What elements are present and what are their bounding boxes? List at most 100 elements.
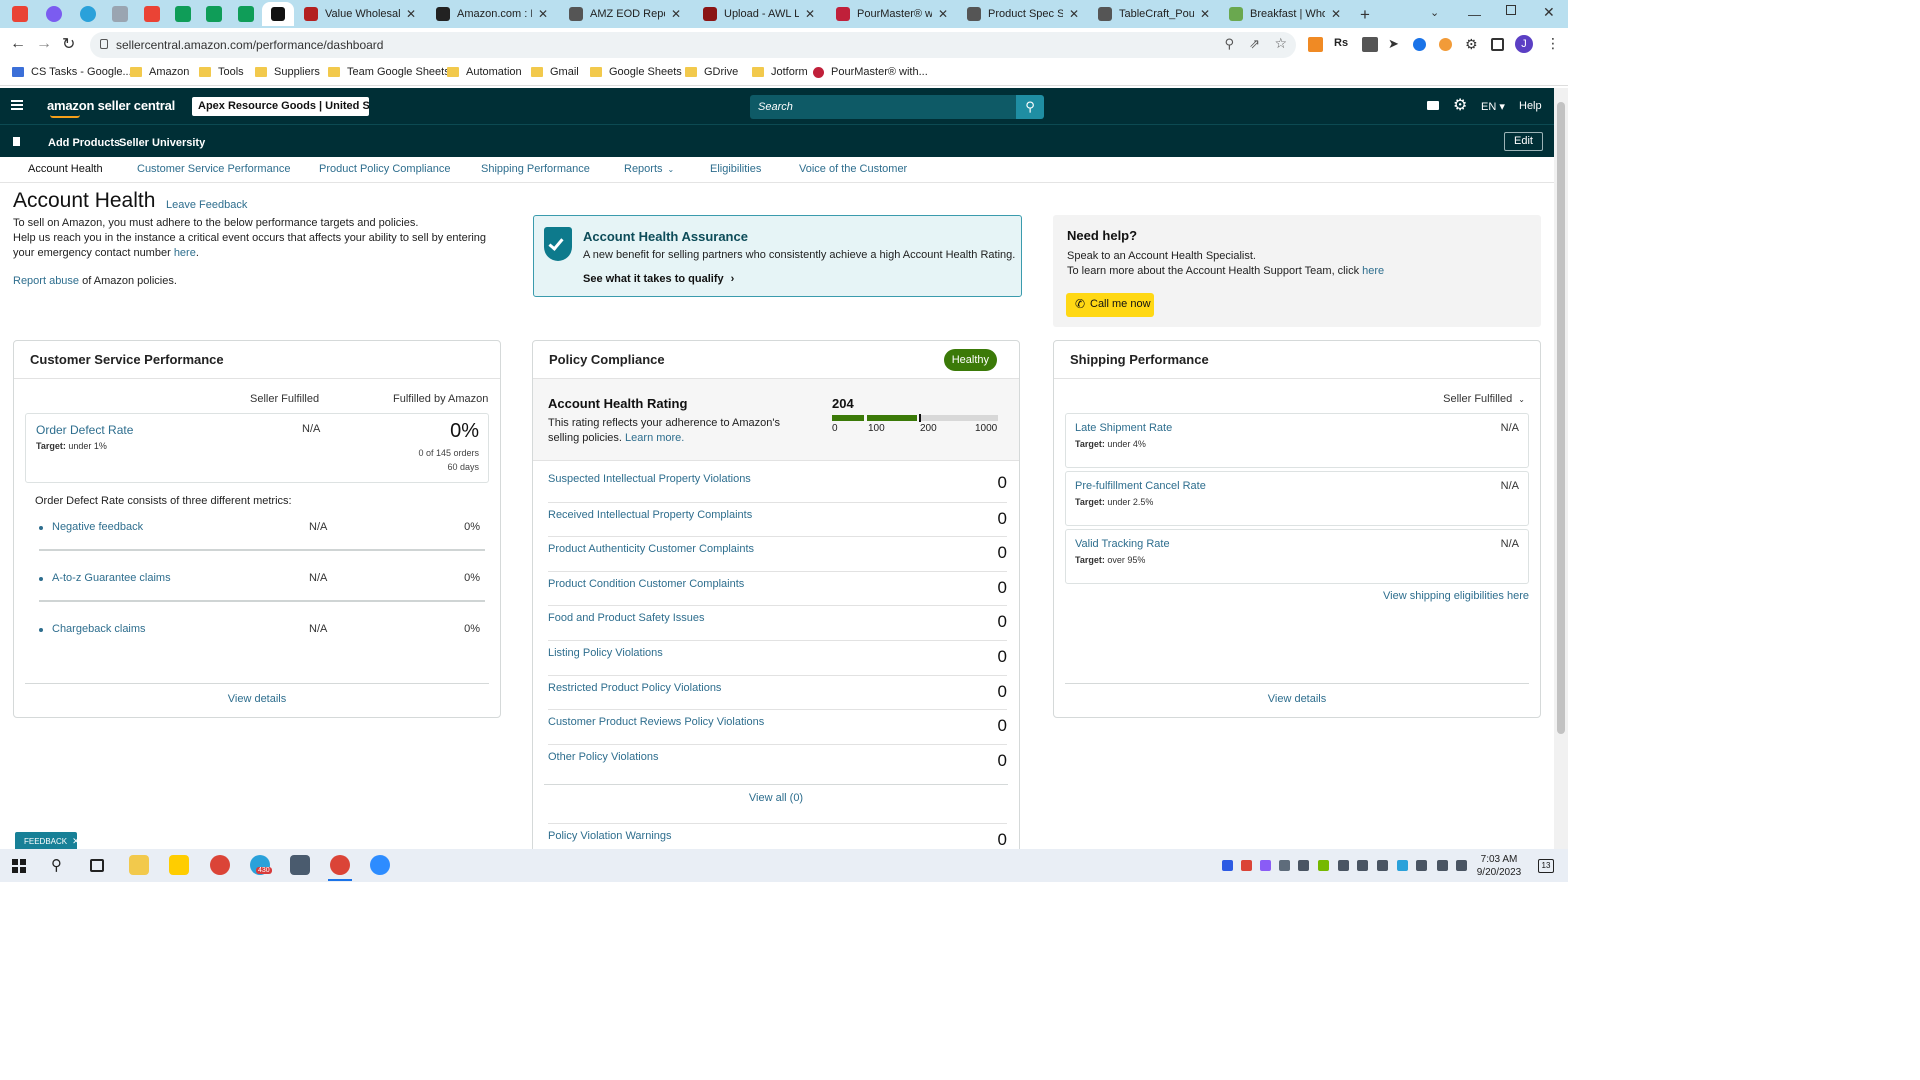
browser-tab[interactable]: TableCraft_Pourma ✕: [1090, 2, 1218, 26]
nav-account-health[interactable]: Account Health: [28, 163, 103, 175]
bookmark-star-icon[interactable]: ☆: [1274, 35, 1287, 52]
policy-violation-link[interactable]: Restricted Product Policy Violations: [548, 682, 721, 694]
tray-nvidia-icon[interactable]: [1318, 860, 1329, 871]
shipping-view-details-link[interactable]: View details: [1054, 693, 1540, 705]
bookmark-item[interactable]: Amazon: [130, 66, 189, 78]
browser-tab[interactable]: Amazon.com : Hu ✕: [428, 2, 556, 26]
extension-js-icon[interactable]: [1308, 37, 1323, 52]
gmail-pinned-tab-icon[interactable]: [12, 6, 28, 22]
browser-tab[interactable]: Breakfast | Wholes ✕: [1221, 2, 1349, 26]
assurance-qualify-link[interactable]: See what it takes to qualify ›: [583, 273, 734, 285]
shipping-metric-link[interactable]: Late Shipment Rate: [1075, 422, 1172, 434]
nav-voice-of-the-customer[interactable]: Voice of the Customer: [799, 163, 907, 175]
restore-icon[interactable]: [1506, 5, 1516, 15]
tray-app-icon[interactable]: [1397, 860, 1408, 871]
notifications-icon[interactable]: 13: [1538, 859, 1554, 873]
close-tab-icon[interactable]: ✕: [938, 7, 948, 21]
extension-cursor-icon[interactable]: ➤: [1388, 36, 1399, 52]
profile-avatar[interactable]: J: [1515, 35, 1533, 53]
policy-violation-link[interactable]: Food and Product Safety Issues: [548, 612, 705, 624]
add-products-link[interactable]: Add Products: [48, 137, 120, 149]
tray-display-icon[interactable]: [1357, 860, 1368, 871]
sheets-pinned-tab-icon[interactable]: [238, 6, 254, 22]
bookmark-item[interactable]: Suppliers: [255, 66, 320, 78]
close-tab-icon[interactable]: ✕: [406, 7, 416, 21]
policy-violation-link[interactable]: Product Authenticity Customer Complaints: [548, 543, 754, 555]
csp-view-details-link[interactable]: View details: [14, 693, 500, 705]
gmail-pinned-tab-icon[interactable]: [144, 6, 160, 22]
telegram-pinned-tab-icon[interactable]: [80, 6, 96, 22]
close-icon[interactable]: ✕: [72, 836, 80, 846]
taskbar-search-icon[interactable]: ⚲: [51, 856, 62, 874]
account-switcher[interactable]: Apex Resource Goods | United St...: [192, 97, 369, 116]
app-pinned-tab-icon[interactable]: [112, 6, 128, 22]
policy-violation-link[interactable]: Suspected Intellectual Property Violatio…: [548, 473, 751, 485]
nav-eligibilities[interactable]: Eligibilities: [710, 163, 761, 175]
order-defect-rate-link[interactable]: Order Defect Rate: [36, 423, 133, 437]
emergency-contact-link[interactable]: here: [174, 247, 196, 259]
seller-university-link[interactable]: Seller University: [119, 137, 205, 149]
extension-rs-icon[interactable]: Rs: [1334, 37, 1348, 49]
search-input[interactable]: Search: [750, 95, 1016, 119]
bookmark-item[interactable]: GDrive: [685, 66, 738, 78]
windows-start-icon[interactable]: [12, 859, 26, 873]
feedback-tab[interactable]: FEEDBACK ✕: [15, 832, 80, 849]
bookmark-item[interactable]: PourMaster® with...: [813, 66, 928, 78]
scrollbar-thumb[interactable]: [1557, 102, 1565, 734]
zoom-app-icon[interactable]: [370, 855, 390, 875]
file-explorer-icon[interactable]: [129, 855, 149, 875]
nav-customer-service-performance[interactable]: Customer Service Performance: [137, 163, 290, 175]
browser-tab[interactable]: Upload - AWL LAB ✕: [695, 2, 823, 26]
calculator-icon[interactable]: [290, 855, 310, 875]
sheets-pinned-tab-icon[interactable]: [175, 6, 191, 22]
close-tab-icon[interactable]: ✕: [538, 7, 548, 21]
policy-violation-link[interactable]: Received Intellectual Property Complaint…: [548, 509, 752, 521]
close-tab-icon[interactable]: ✕: [805, 7, 815, 21]
side-panel-icon[interactable]: [1491, 38, 1504, 51]
tray-zoom-icon[interactable]: [1222, 860, 1233, 871]
close-window-icon[interactable]: ✕: [1543, 4, 1555, 21]
extensions-puzzle-icon[interactable]: ⚙: [1465, 36, 1478, 53]
taskbar-clock[interactable]: 7:03 AM 9/20/2023: [1474, 853, 1524, 879]
bookmark-icon[interactable]: [13, 137, 20, 146]
seller-central-logo[interactable]: amazon seller central: [47, 98, 175, 113]
edit-button[interactable]: Edit: [1504, 132, 1543, 151]
sheets-pinned-tab-icon[interactable]: [206, 6, 222, 22]
minimize-icon[interactable]: —: [1468, 7, 1481, 22]
volume-icon[interactable]: [1456, 860, 1467, 871]
browser-tab[interactable]: PourMaster® with ✕: [828, 2, 956, 26]
bookmark-item[interactable]: Google Sheets: [590, 66, 682, 78]
odr-metric-link[interactable]: A-to-z Guarantee claims: [52, 572, 171, 584]
close-tab-icon[interactable]: ✕: [1200, 7, 1210, 21]
mail-icon[interactable]: [1427, 101, 1439, 110]
view-all-violations-link[interactable]: View all (0): [533, 792, 1019, 804]
help-link[interactable]: Help: [1519, 100, 1542, 112]
bookmark-item[interactable]: Jotform: [752, 66, 808, 78]
tray-onedrive-icon[interactable]: [1279, 860, 1290, 871]
policy-violation-link[interactable]: Product Condition Customer Complaints: [548, 578, 744, 590]
policy-violation-warnings-link[interactable]: Policy Violation Warnings: [548, 830, 672, 842]
tray-app-icon[interactable]: [1416, 860, 1427, 871]
browser-tab[interactable]: Value Wholesale ✕: [296, 2, 424, 26]
tray-app-icon[interactable]: [1377, 860, 1388, 871]
tray-chrome-icon[interactable]: [1241, 860, 1252, 871]
tab-seller-central[interactable]: [262, 2, 294, 26]
share-icon[interactable]: ⇗: [1249, 36, 1260, 52]
reload-icon[interactable]: ↻: [62, 34, 75, 54]
language-selector[interactable]: EN ▾: [1481, 100, 1505, 113]
bookmark-item[interactable]: Gmail: [531, 66, 579, 78]
close-tab-icon[interactable]: ✕: [1331, 7, 1341, 21]
search-icon[interactable]: ⚲: [1016, 95, 1044, 119]
bookmark-item[interactable]: Tools: [199, 66, 244, 78]
leave-feedback-link[interactable]: Leave Feedback: [166, 199, 247, 211]
report-abuse-link[interactable]: Report abuse: [13, 275, 79, 287]
fulfillment-filter-dropdown[interactable]: Seller Fulfilled ⌄: [1443, 393, 1525, 405]
call-me-now-button[interactable]: ✆ Call me now: [1066, 293, 1154, 317]
tray-app-icon[interactable]: [1298, 860, 1309, 871]
browser-tab[interactable]: AMZ EOD Report ✕: [561, 2, 689, 26]
page-scrollbar[interactable]: [1554, 88, 1568, 849]
odr-metric-link[interactable]: Chargeback claims: [52, 623, 146, 635]
odr-metric-link[interactable]: Negative feedback: [52, 521, 143, 533]
new-tab-icon[interactable]: +: [1360, 5, 1370, 25]
close-tab-icon[interactable]: ✕: [1069, 7, 1079, 21]
